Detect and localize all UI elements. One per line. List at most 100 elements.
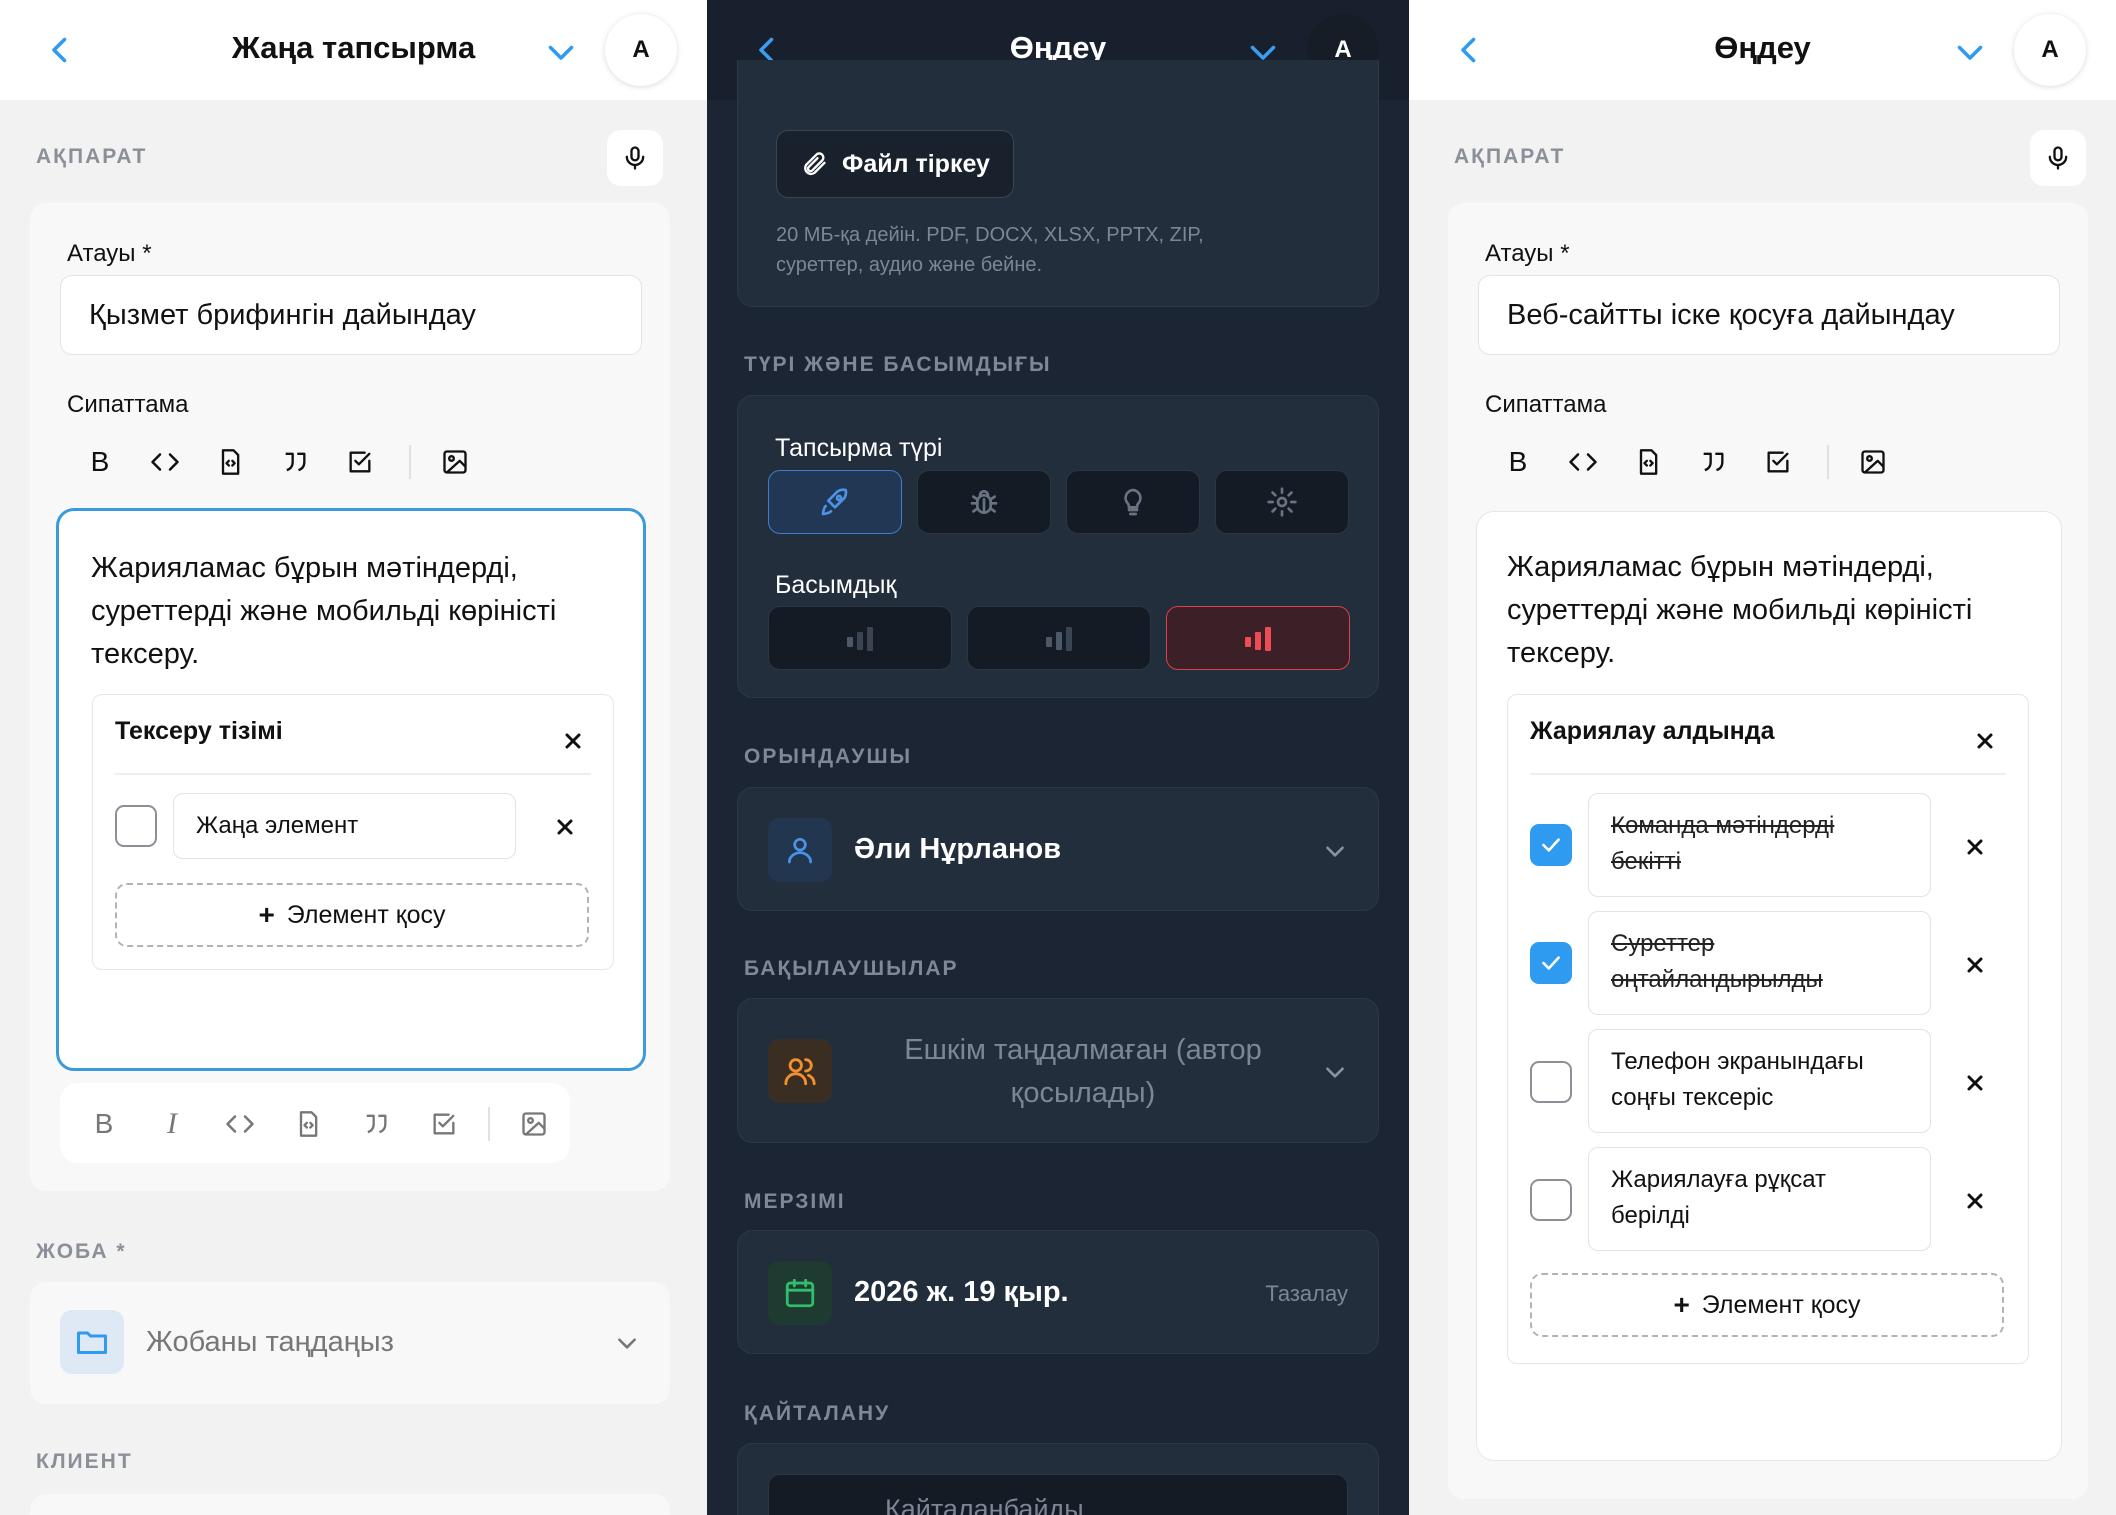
task-type-bug[interactable] <box>917 470 1051 534</box>
checklist-item-checkbox[interactable] <box>115 805 157 847</box>
project-placeholder: Жобаны таңдаңыз <box>146 1326 394 1358</box>
project-select[interactable]: Жобаны таңдаңыз <box>30 1282 670 1404</box>
toolbar-divider <box>409 445 411 479</box>
attach-hint: 20 МБ-қа дейін. PDF, DOCX, XLSX, PPTX, Z… <box>776 224 1204 276</box>
image-button[interactable] <box>518 1108 550 1140</box>
checklist-title[interactable]: Тексеру тізімі <box>115 717 283 746</box>
remove-item-icon[interactable] <box>553 815 577 839</box>
close-icon[interactable] <box>561 729 585 753</box>
editor-text[interactable]: Жарияламас бұрын мәтіндерді, суреттерді … <box>1507 546 2031 675</box>
editor-text[interactable]: Жарияламас бұрын мәтіндерді, суреттерді … <box>91 547 613 676</box>
add-item-label: Элемент қосу <box>1701 1290 1861 1319</box>
watchers-select[interactable]: Ешкім таңдалмаған (автор қосылады) <box>737 998 1379 1143</box>
name-input[interactable]: Қызмет брифингін дайындау <box>60 275 642 355</box>
priority-low[interactable] <box>768 606 952 670</box>
remove-item-icon[interactable] <box>1963 1189 1987 1213</box>
checklist-button[interactable] <box>428 1108 460 1140</box>
quote-button[interactable] <box>1697 446 1729 478</box>
description-label: Сипаттама <box>1485 391 1607 418</box>
code-file-button[interactable] <box>292 1108 324 1140</box>
code-file-icon <box>299 1111 318 1137</box>
add-item-label: Элемент қосу <box>286 900 446 929</box>
description-editor[interactable]: Жарияламас бұрын мәтіндерді, суреттерді … <box>56 508 646 1071</box>
folder-icon <box>77 1331 107 1354</box>
deadline-field[interactable]: 2026 ж. 19 қыр. Тазалау <box>737 1230 1379 1354</box>
add-item-button[interactable]: + Элемент қосу <box>1530 1273 2004 1337</box>
checklist-item-text[interactable]: Команда мәтіндерді бекітті <box>1588 793 1931 897</box>
checklist-item-checkbox[interactable] <box>1530 942 1572 984</box>
microphone-icon <box>625 146 645 170</box>
avatar[interactable]: A <box>2014 14 2086 86</box>
image-button[interactable] <box>1857 446 1889 478</box>
code-file-icon <box>221 449 240 475</box>
image-button[interactable] <box>439 446 471 478</box>
section-repeat-heading: ҚАЙТАЛАНУ <box>744 1402 891 1425</box>
priority-high[interactable] <box>1166 606 1350 670</box>
calendar-icon <box>785 1278 815 1308</box>
bold-button[interactable]: B <box>1502 446 1534 478</box>
screen-edit-light: Өңдеу A АҚПАРАТ Атауы * Веб-сайтты іске … <box>1409 0 2116 1515</box>
checklist-item-checkbox[interactable] <box>1530 1061 1572 1103</box>
check-icon <box>1542 956 1560 970</box>
checklist-button[interactable] <box>1762 446 1794 478</box>
code-button[interactable] <box>149 446 181 478</box>
remove-item-icon[interactable] <box>1963 953 1987 977</box>
code-file-button[interactable] <box>1632 446 1664 478</box>
priority-medium-icon <box>1046 627 1072 651</box>
section-client-heading: КЛИЕНТ <box>36 1450 133 1473</box>
task-type-label: Тапсырма түрі <box>775 434 943 462</box>
attach-file-button[interactable]: Файл тіркеу <box>776 130 1014 198</box>
checklist-item-text[interactable]: Телефон экранындағы соңғы тексеріс <box>1588 1029 1931 1133</box>
remove-item-icon[interactable] <box>1963 835 1987 859</box>
chevron-down-icon[interactable] <box>543 34 579 70</box>
checklist-item-text[interactable]: Суреттер оңтайландырылды <box>1588 911 1931 1015</box>
check-icon <box>1542 838 1560 852</box>
bold-button[interactable]: B <box>88 1108 120 1140</box>
watchers-icon-box <box>768 1039 832 1103</box>
task-type-feature[interactable] <box>768 470 902 534</box>
quote-button[interactable] <box>279 446 311 478</box>
plus-icon: + <box>258 899 275 930</box>
task-type-settings[interactable] <box>1215 470 1349 534</box>
section-deadline-heading: МЕРЗІМІ <box>744 1190 846 1213</box>
code-button[interactable] <box>224 1108 256 1140</box>
project-icon-box <box>60 1310 124 1374</box>
close-icon[interactable] <box>1973 729 1997 753</box>
checklist-button[interactable] <box>344 446 376 478</box>
code-button[interactable] <box>1567 446 1599 478</box>
quote-button[interactable] <box>360 1108 392 1140</box>
description-editor[interactable]: Жарияламас бұрын мәтіндерді, суреттерді … <box>1476 511 2062 1461</box>
add-item-button[interactable]: + Элемент қосу <box>115 883 589 947</box>
chevron-down-icon[interactable] <box>1952 34 1988 70</box>
attachments-card: Файл тіркеу 20 МБ-қа дейін. PDF, DOCX, X… <box>737 60 1379 307</box>
repeat-select[interactable]: Қайталанбайды <box>768 1474 1348 1515</box>
task-type-idea[interactable] <box>1066 470 1200 534</box>
header: Өңдеу A <box>1409 0 2116 100</box>
screen-new-task: Жаңа тапсырма A АҚПАРАТ Атауы * Қызмет б… <box>0 0 707 1515</box>
checklist-item-text[interactable]: Жариялауға рұқсат берілді <box>1588 1147 1931 1251</box>
italic-button[interactable]: I <box>156 1107 188 1140</box>
microphone-button[interactable] <box>607 130 663 186</box>
name-input[interactable]: Веб-сайтты іске қосуға дайындау <box>1478 275 2060 355</box>
microphone-button[interactable] <box>2030 130 2086 186</box>
italic-icon: I <box>167 1107 177 1140</box>
assignee-select[interactable]: Әли Нұрланов <box>737 787 1379 911</box>
chevron-down-icon <box>1326 1067 1344 1078</box>
name-label: Атауы * <box>67 240 152 267</box>
assignee-name: Әли Нұрланов <box>854 833 1062 865</box>
remove-item-icon[interactable] <box>1963 1071 1987 1095</box>
checklist-item-checkbox[interactable] <box>1530 1179 1572 1221</box>
code-file-button[interactable] <box>214 446 246 478</box>
code-icon <box>151 453 179 471</box>
priority-medium[interactable] <box>967 606 1151 670</box>
checklist-title[interactable]: Жариялау алдында <box>1530 717 1775 746</box>
avatar[interactable]: A <box>605 14 677 86</box>
new-item-input[interactable]: Жаңа элемент <box>173 793 516 859</box>
checklist-item-checkbox[interactable] <box>1530 824 1572 866</box>
clear-deadline-button[interactable]: Тазалау <box>1265 1281 1348 1307</box>
client-select[interactable] <box>30 1494 670 1515</box>
checkbox-icon <box>1767 451 1789 473</box>
watchers-placeholder: Ешкім таңдалмаған (автор қосылады) <box>904 1034 1262 1109</box>
bug-icon <box>970 490 998 514</box>
bold-button[interactable]: B <box>84 446 116 478</box>
